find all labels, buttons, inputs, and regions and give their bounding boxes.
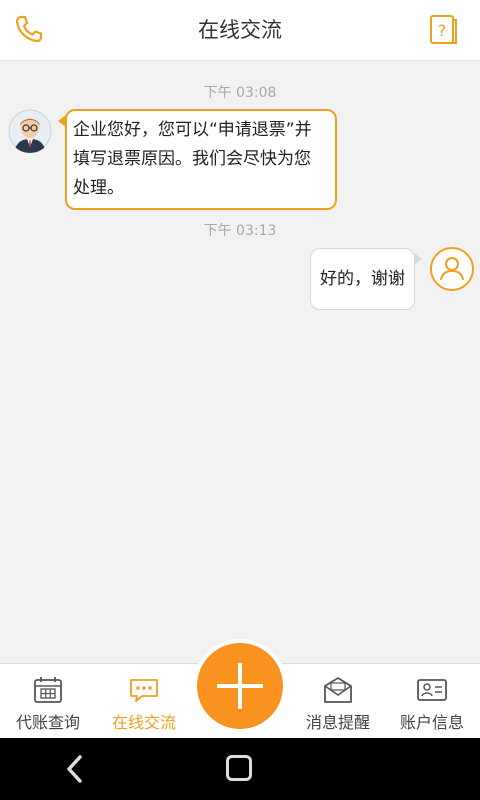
outgoing-message-bubble[interactable]: 好的，谢谢	[310, 248, 415, 310]
envelope-icon	[324, 677, 352, 703]
help-book-icon[interactable]: ?	[426, 12, 460, 46]
user-avatar-icon	[440, 257, 464, 281]
svg-text:?: ?	[438, 21, 447, 40]
tab-online-chat[interactable]: 在线交流	[96, 664, 192, 739]
chat-bubble-icon	[130, 679, 158, 702]
tab-account-info[interactable]: 账户信息	[384, 664, 480, 739]
tab-notifications[interactable]: 消息提醒	[290, 664, 386, 739]
home-icon[interactable]	[226, 755, 252, 781]
agent-avatar[interactable]	[8, 109, 52, 153]
page-title: 在线交流	[198, 18, 282, 42]
id-card-icon	[417, 679, 447, 701]
back-icon[interactable]	[64, 754, 86, 784]
tab-label: 账户信息	[399, 713, 464, 732]
add-button[interactable]	[197, 643, 283, 729]
calendar-icon	[34, 677, 62, 703]
incoming-message-bubble[interactable]: 企业您好，您可以“申请退票”并填写退票原因。我们会尽快为您处理。	[65, 109, 337, 210]
tab-ledger-query[interactable]: 代账查询	[0, 664, 96, 739]
message-timestamp: 下午 03:08	[203, 85, 277, 101]
agent-avatar-icon	[8, 109, 52, 153]
top-bar: 在线交流 ?	[0, 0, 480, 61]
tab-label: 在线交流	[111, 713, 176, 732]
user-avatar[interactable]	[430, 247, 474, 291]
message-timestamp: 下午 03:13	[203, 223, 277, 239]
system-navigation-bar	[0, 738, 480, 800]
tab-label: 消息提醒	[305, 713, 370, 732]
chat-area[interactable]: 下午 03:08 企业您好，您可以“申请退票”并填写退票原因。我们会尽快为您处理…	[0, 61, 480, 663]
bubble-tail	[414, 253, 422, 265]
tab-label: 代账查询	[15, 713, 80, 732]
plus-icon	[238, 663, 242, 709]
